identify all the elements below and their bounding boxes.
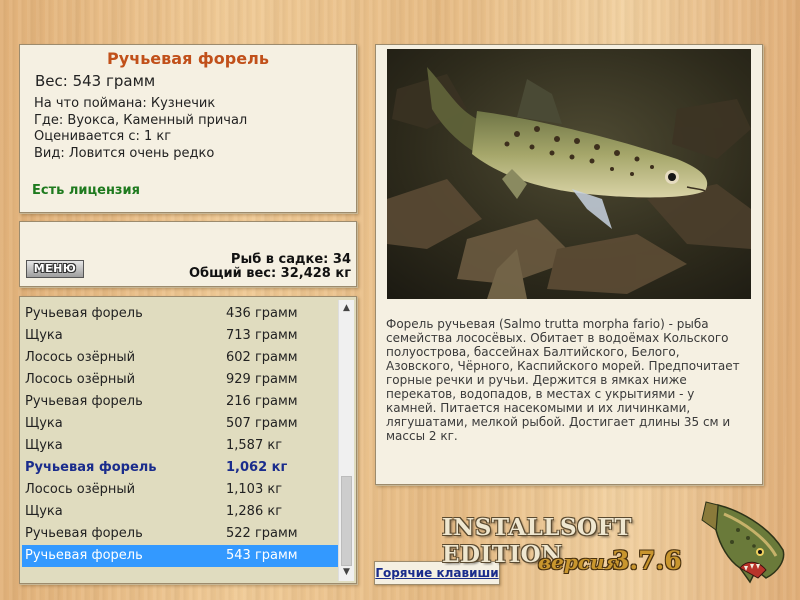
- pike-icon: [701, 501, 785, 584]
- list-item-weight: 602 грамм: [226, 350, 298, 365]
- list-item-weight: 1,062 кг: [226, 460, 288, 475]
- list-item-selected[interactable]: Ручьевая форель 543 грамм: [22, 545, 338, 567]
- list-item[interactable]: Ручьевая форель 216 грамм: [20, 391, 338, 413]
- fish-photo: [387, 49, 751, 299]
- list-item-name: Ручьевая форель: [25, 548, 143, 563]
- list-item-name: Ручьевая форель: [25, 526, 143, 541]
- list-item[interactable]: Щука 713 грамм: [20, 325, 338, 347]
- list-item-name: Ручьевая форель: [25, 460, 157, 475]
- list-item[interactable]: Ручьевая форель 436 грамм: [20, 303, 338, 325]
- catch-list: Ручьевая форель 436 грамм Щука 713 грамм Л…: [20, 303, 338, 567]
- chevron-down-icon[interactable]: ▼: [339, 565, 354, 580]
- chevron-up-icon[interactable]: ▲: [339, 301, 354, 316]
- scrollbar-thumb[interactable]: [341, 476, 352, 566]
- pike-fish-logo: [698, 500, 790, 586]
- fish-description: Форель ручьевая (Salmo trutta morpha far…: [386, 317, 740, 443]
- list-item-weight: 543 грамм: [226, 548, 298, 563]
- trout-photo-image: [387, 49, 751, 299]
- catch-summary: Рыб в садке: 34 Общий вес: 32,428 кг: [189, 253, 351, 281]
- list-item[interactable]: Щука 1,286 кг: [20, 501, 338, 523]
- list-item-weight: 1,103 кг: [226, 482, 283, 497]
- list-item[interactable]: Щука 1,587 кг: [20, 435, 338, 457]
- brand-banner: INSTALLSOFT EDITION версия 3.7.6: [440, 512, 682, 582]
- fish-details: На что поймана: Кузнечик Где: Вуокса, Ка…: [34, 96, 247, 162]
- fish-weight: Вес: 543 грамм: [35, 72, 156, 90]
- list-item[interactable]: Лосось озёрный 602 грамм: [20, 347, 338, 369]
- fish-bait: На что поймана: Кузнечик: [34, 96, 216, 111]
- list-item-name: Лосось озёрный: [25, 482, 136, 497]
- menu-button[interactable]: МЕНЮ: [26, 260, 84, 278]
- list-item-name: Щука: [25, 416, 63, 431]
- list-item-record[interactable]: Ручьевая форель 1,062 кг: [20, 457, 338, 479]
- list-item-weight: 216 грамм: [226, 394, 298, 409]
- catch-list-scrollbar[interactable]: ▲ ▼: [338, 300, 354, 581]
- stats-panel: МЕНЮ Рыб в садке: 34 Общий вес: 32,428 к…: [19, 221, 357, 287]
- list-item[interactable]: Щука 507 грамм: [20, 413, 338, 435]
- list-item-weight: 507 грамм: [226, 416, 298, 431]
- list-item-weight: 436 грамм: [226, 306, 298, 321]
- list-item[interactable]: Лосось озёрный 929 грамм: [20, 369, 338, 391]
- total-weight: Общий вес: 32,428 кг: [188, 266, 351, 281]
- menu-button-label: МЕНЮ: [26, 260, 84, 278]
- list-item[interactable]: Лосось озёрный 1,103 кг: [20, 479, 338, 501]
- version-word: версия: [538, 550, 621, 574]
- list-item-name: Щука: [25, 504, 63, 519]
- list-item-name: Щука: [25, 438, 63, 453]
- list-item-name: Щука: [25, 328, 63, 343]
- list-item-weight: 929 грамм: [226, 372, 298, 387]
- description-panel: Форель ручьевая (Salmo trutta morpha far…: [375, 44, 763, 485]
- license-status: Есть лицензия: [32, 183, 140, 198]
- catch-list-panel: Ручьевая форель 436 грамм Щука 713 грамм Л…: [19, 296, 357, 584]
- version-number: 3.7.6: [612, 546, 682, 575]
- list-item[interactable]: Ручьевая форель 522 грамм: [20, 523, 338, 545]
- list-item-name: Ручьевая форель: [25, 306, 143, 321]
- list-item-name: Лосось озёрный: [25, 350, 136, 365]
- fish-rated-from: Оценивается с: 1 кг: [34, 129, 172, 144]
- fish-title: Ручьевая форель: [107, 49, 269, 68]
- list-item-weight: 1,587 кг: [226, 438, 283, 453]
- fish-count: Рыб в садке: 34: [230, 252, 351, 267]
- fish-info-panel: Ручьевая форель Вес: 543 грамм На что по…: [19, 44, 357, 213]
- list-item-weight: 713 грамм: [226, 328, 298, 343]
- list-item-name: Лосось озёрный: [25, 372, 136, 387]
- list-item-weight: 1,286 кг: [226, 504, 283, 519]
- list-item-weight: 522 грамм: [226, 526, 298, 541]
- fish-location: Где: Вуокса, Каменный причал: [34, 112, 248, 128]
- list-item-name: Ручьевая форель: [25, 394, 143, 409]
- fish-rarity: Вид: Ловится очень редко: [34, 145, 215, 161]
